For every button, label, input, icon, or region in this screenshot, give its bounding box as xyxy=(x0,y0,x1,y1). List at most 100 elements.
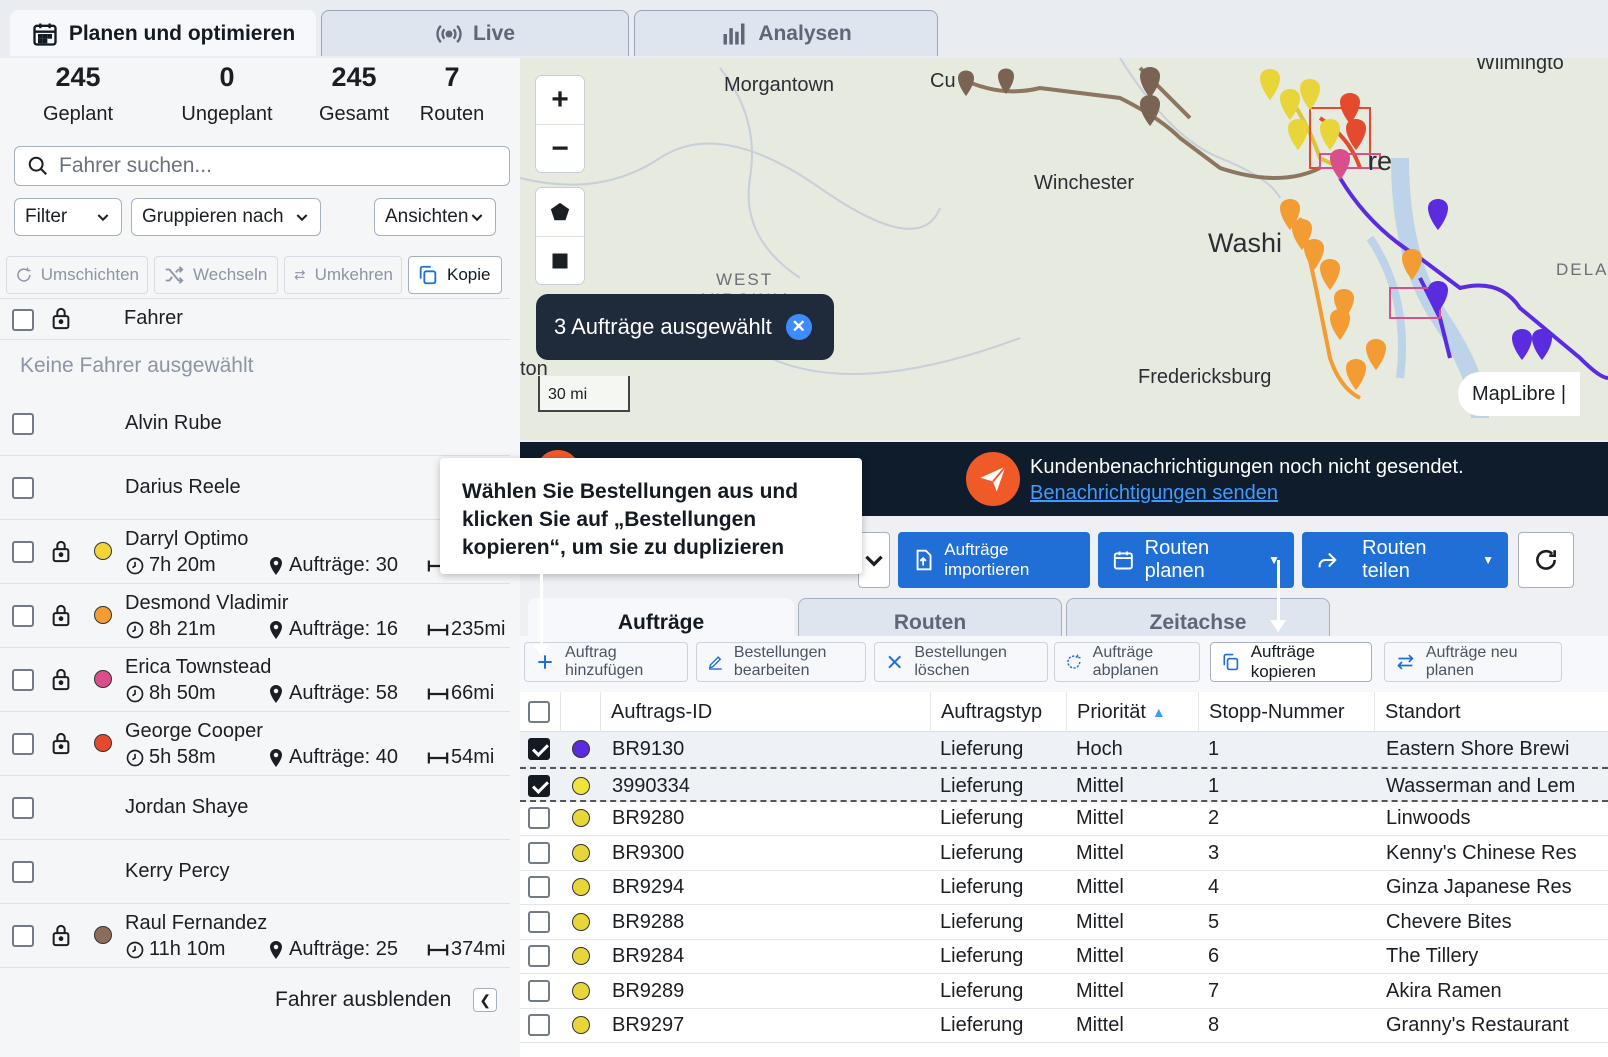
driver-checkbox[interactable] xyxy=(12,669,34,691)
zoom-out-button[interactable]: − xyxy=(536,124,584,172)
rectangle-tool-button[interactable] xyxy=(536,236,584,284)
search-icon xyxy=(28,156,47,175)
refresh-icon xyxy=(1067,654,1081,669)
select-all-drivers-checkbox[interactable] xyxy=(12,309,34,331)
no-driver-selected: Keine Fahrer ausgewählt xyxy=(20,354,254,377)
driver-checkbox[interactable] xyxy=(12,477,34,499)
order-checkbox[interactable] xyxy=(528,910,550,933)
shuffle-icon xyxy=(165,266,184,284)
column-header-priority[interactable]: Priorität ▲ xyxy=(1066,692,1198,732)
lock-icon[interactable] xyxy=(50,666,72,692)
map-label: re xyxy=(1368,146,1393,176)
driver-row[interactable]: Kerry Percy xyxy=(0,840,510,904)
table-row[interactable]: BR9289 Lieferung Mittel 7 Akira Ramen xyxy=(520,974,1608,1009)
driver-row[interactable]: Raul Fernandez 11h 10m Aufträge: 25 374m… xyxy=(0,904,510,968)
driver-row[interactable]: Alvin Rube xyxy=(0,392,510,456)
order-checkbox[interactable] xyxy=(528,738,550,760)
driver-row[interactable]: Darius Reele xyxy=(0,456,510,520)
driver-name: Kerry Percy xyxy=(125,860,230,882)
replan-orders-button[interactable]: Aufträge neu planen xyxy=(1384,642,1562,682)
order-stop-number: 5 xyxy=(1208,910,1220,933)
driver-search[interactable] xyxy=(14,146,510,186)
order-location: Akira Ramen xyxy=(1386,979,1502,1002)
map-attribution[interactable]: MapLibre | xyxy=(1458,372,1581,416)
lock-icon[interactable] xyxy=(50,538,72,564)
column-header-location[interactable]: Standort xyxy=(1374,692,1608,732)
copy-orders-button[interactable]: Aufträge kopieren xyxy=(1210,642,1372,682)
order-priority: Hoch xyxy=(1076,738,1123,760)
driver-search-input[interactable] xyxy=(59,154,489,178)
tab-analytics-label: Analysen xyxy=(758,21,852,45)
table-header: Auftrags-ID Auftragstyp Priorität ▲ Stopp… xyxy=(520,692,1608,732)
table-row[interactable]: BR9280 Lieferung Mittel 2 Linwoods xyxy=(520,801,1608,836)
table-row[interactable]: BR9130 Lieferung Hoch 1 Eastern Shore Br… xyxy=(520,732,1608,767)
order-checkbox[interactable] xyxy=(528,979,550,1002)
driver-row[interactable]: Desmond Vladimir 8h 21m Aufträge: 16 235… xyxy=(0,584,510,648)
lock-icon[interactable] xyxy=(50,922,72,948)
tab-analytics[interactable]: Analysen xyxy=(634,10,938,56)
driver-color-dot xyxy=(94,734,112,752)
order-checkbox[interactable] xyxy=(528,945,550,967)
clear-selection-icon[interactable]: ✕ xyxy=(785,314,812,340)
column-header-order-id[interactable]: Auftrags-ID xyxy=(600,692,930,732)
table-row[interactable]: BR9294 Lieferung Mittel 4 Ginza Japanese… xyxy=(520,870,1608,905)
driver-checkbox[interactable] xyxy=(12,733,34,755)
driver-row[interactable]: George Cooper 5h 58m Aufträge: 40 54mi xyxy=(0,712,510,776)
group-by-dropdown[interactable]: Gruppieren nach xyxy=(131,198,321,236)
order-checkbox[interactable] xyxy=(528,876,550,898)
order-checkbox[interactable] xyxy=(528,1014,550,1036)
driver-checkbox[interactable] xyxy=(12,797,34,819)
hide-drivers-toggle[interactable]: Fahrer ausblenden ❮ xyxy=(275,988,498,1012)
lock-icon[interactable] xyxy=(50,730,72,756)
lock-icon[interactable] xyxy=(50,305,72,331)
plan-routes-button[interactable]: Routen planen ▼ xyxy=(1098,532,1294,588)
tab-live[interactable]: Live xyxy=(321,10,629,56)
table-row[interactable]: BR9297 Lieferung Mittel 8 Granny's Resta… xyxy=(520,1008,1608,1043)
driver-checkbox[interactable] xyxy=(12,413,34,435)
order-stop-number: 7 xyxy=(1208,979,1220,1002)
refresh-button[interactable] xyxy=(1518,532,1574,588)
reshuffle-button[interactable]: Umschichten xyxy=(6,256,148,294)
driver-checkbox[interactable] xyxy=(12,541,34,563)
table-row[interactable]: BR9284 Lieferung Mittel 6 The Tillery xyxy=(520,939,1608,974)
map-pin-icon xyxy=(270,684,282,703)
order-checkbox[interactable] xyxy=(528,774,550,797)
table-row[interactable]: BR9300 Lieferung Mittel 3 Kenny's Chines… xyxy=(520,836,1608,871)
copy-icon xyxy=(1223,653,1239,671)
collapse-left-icon[interactable]: ❮ xyxy=(473,988,498,1012)
driver-row[interactable]: Erica Townstead 8h 50m Aufträge: 58 66mi xyxy=(0,648,510,712)
column-header-order-type[interactable]: Auftragstyp xyxy=(930,692,1066,732)
zoom-in-button[interactable]: + xyxy=(536,76,584,124)
driver-checkbox[interactable] xyxy=(12,605,34,627)
column-header-stop-number[interactable]: Stopp-Nummer xyxy=(1198,692,1374,732)
broadcast-icon xyxy=(436,24,462,43)
order-checkbox[interactable] xyxy=(528,807,550,829)
send-notifications-link[interactable]: Benachrichtigungen senden xyxy=(1030,482,1278,505)
reverse-button[interactable]: Umkehren xyxy=(284,256,402,294)
views-dropdown[interactable]: Ansichten xyxy=(374,198,496,236)
swap-button[interactable]: Wechseln xyxy=(154,256,278,294)
import-orders-button[interactable]: Aufträge importieren xyxy=(898,532,1090,588)
driver-checkbox[interactable] xyxy=(12,861,34,883)
delete-orders-button[interactable]: Bestellungen löschen xyxy=(874,642,1048,682)
copy-icon xyxy=(419,265,437,285)
route-map[interactable]: + − Morgantown Winchester Washi WEST VIR… xyxy=(520,58,1608,440)
driver-checkbox[interactable] xyxy=(12,925,34,947)
table-row[interactable]: 3990334 Lieferung Mittel 1 Wasserman and… xyxy=(520,766,1608,802)
driver-row[interactable]: Darryl Optimo 7h 20m Aufträge: 30 1... xyxy=(0,520,510,584)
more-dropdown[interactable] xyxy=(858,532,890,588)
tab-plan-optimize[interactable]: Planen und optimieren xyxy=(10,10,316,56)
unplan-orders-button[interactable]: Aufträge abplanen xyxy=(1054,642,1200,682)
lock-icon[interactable] xyxy=(50,602,72,628)
clock-icon xyxy=(126,557,144,574)
share-routes-button[interactable]: Routen teilen ▼ xyxy=(1302,532,1508,588)
filter-dropdown[interactable]: Filter xyxy=(14,198,122,236)
polygon-tool-button[interactable] xyxy=(536,188,584,236)
edit-orders-button[interactable]: Bestellungen bearbeiten xyxy=(696,642,866,682)
select-all-orders-checkbox[interactable] xyxy=(528,701,550,723)
driver-row[interactable]: Jordan Shaye xyxy=(0,776,510,840)
map-canvas[interactable] xyxy=(520,58,1608,440)
copy-button[interactable]: Kopie xyxy=(408,256,502,294)
order-checkbox[interactable] xyxy=(528,841,550,864)
table-row[interactable]: BR9288 Lieferung Mittel 5 Chevere Bites xyxy=(520,905,1608,940)
